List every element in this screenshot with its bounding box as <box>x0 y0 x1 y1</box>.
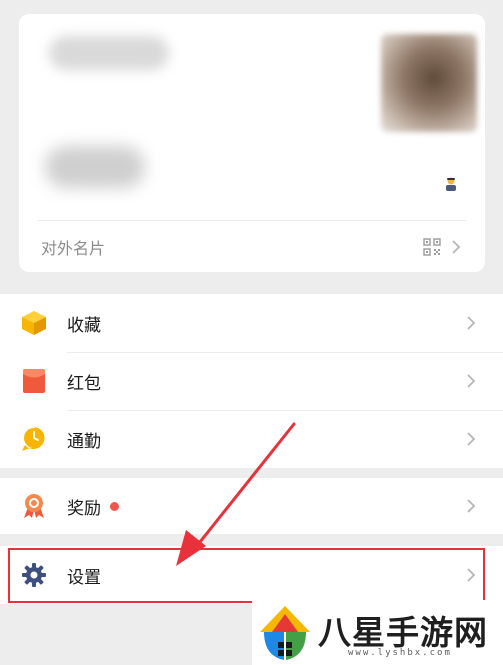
status-person-icon[interactable] <box>443 176 459 192</box>
menu-group-rewards: 奖励 <box>0 478 503 534</box>
avatar[interactable] <box>381 34 477 132</box>
chevron-right-icon <box>467 432 476 446</box>
watermark-url: www.lyshbx.com <box>348 648 452 658</box>
commute-clock-icon <box>22 427 45 451</box>
menu-item-label: 红包 <box>67 373 101 394</box>
chevron-right-icon <box>467 499 476 513</box>
favorites-cube-icon <box>22 311 46 335</box>
chevron-right-icon <box>452 240 461 254</box>
chevron-right-icon <box>467 374 476 388</box>
notification-dot <box>110 501 119 511</box>
qr-code-icon[interactable] <box>423 238 441 256</box>
blurred-name <box>49 36 169 70</box>
business-card-label: 对外名片 <box>41 238 106 258</box>
menu-item-label: 奖励 <box>67 498 101 519</box>
menu-group-main: 收藏 红包 通勤 <box>0 294 503 468</box>
red-envelope-icon <box>23 369 45 393</box>
menu-item-label: 收藏 <box>67 315 101 336</box>
blurred-info <box>45 146 145 188</box>
rewards-medal-icon <box>24 494 44 518</box>
menu-item-label: 通勤 <box>67 431 101 452</box>
chevron-right-icon <box>467 316 476 330</box>
profile-card[interactable]: 对外名片 <box>19 14 485 272</box>
menu-item-red-envelope[interactable]: 红包 <box>0 352 503 410</box>
settings-highlight-box <box>8 548 485 603</box>
business-card-row[interactable]: 对外名片 <box>19 221 485 272</box>
watermark: 八星手游网 www.lyshbx.com <box>252 600 503 665</box>
menu-item-commute[interactable]: 通勤 <box>0 410 503 468</box>
menu-item-favorites[interactable]: 收藏 <box>0 294 503 352</box>
watermark-house-logo-icon <box>260 606 310 660</box>
menu-item-rewards[interactable]: 奖励 <box>0 478 503 534</box>
watermark-title: 八星手游网 <box>318 613 488 652</box>
